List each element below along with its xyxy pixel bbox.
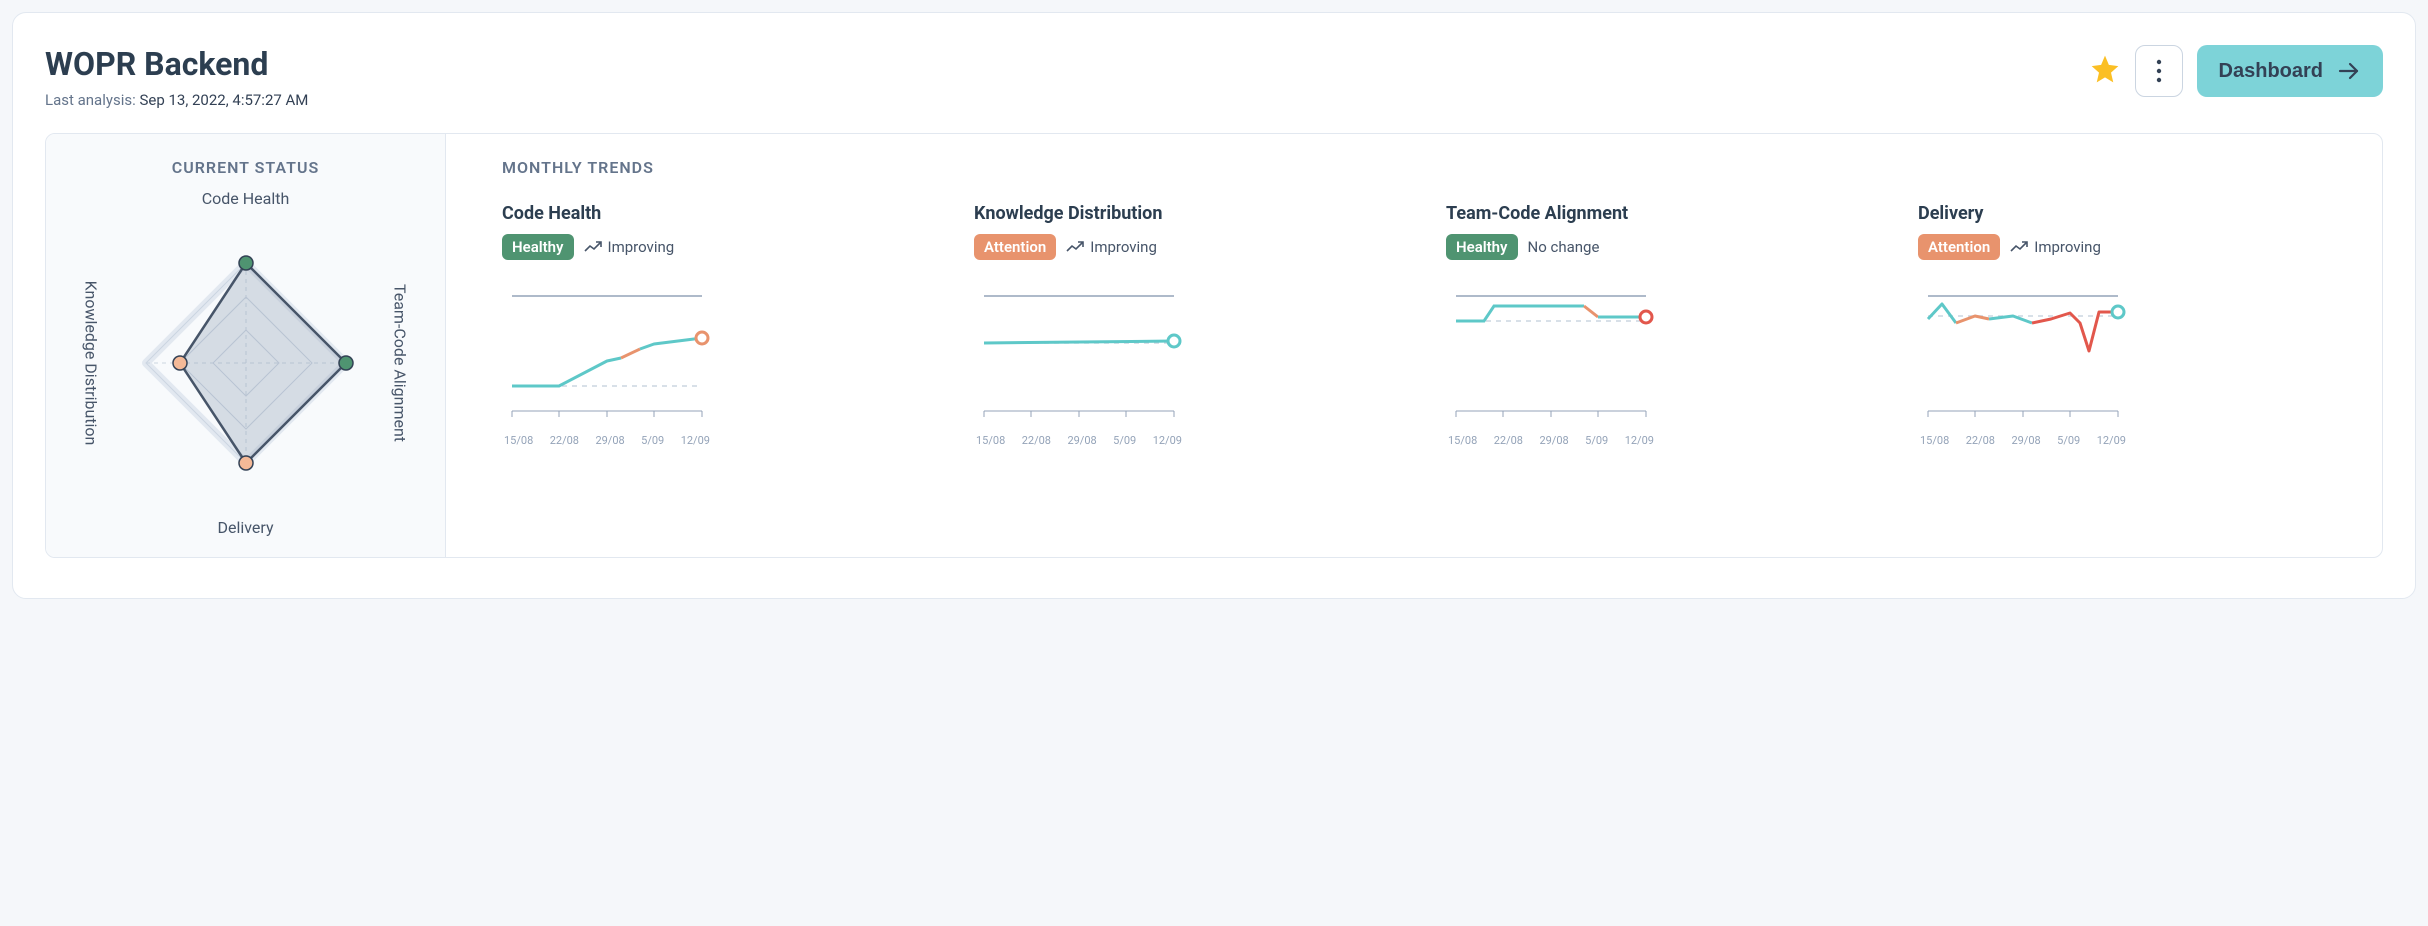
trend-text: Improving bbox=[608, 238, 675, 256]
trend-up-icon bbox=[1066, 241, 1084, 253]
trend-indicator: No change bbox=[1528, 238, 1600, 256]
radar-svg bbox=[131, 248, 361, 478]
tick: 29/08 bbox=[1539, 434, 1568, 447]
x-ticks: 15/08 22/08 29/08 5/09 12/09 bbox=[974, 434, 1184, 447]
panels: CURRENT STATUS Code Health Team-Code Ali… bbox=[45, 133, 2383, 558]
star-icon[interactable] bbox=[2089, 53, 2121, 89]
sparkline: 15/08 22/08 29/08 5/09 12/09 bbox=[502, 286, 712, 447]
trend-indicator: Improving bbox=[2010, 238, 2101, 256]
monthly-trends-heading: MONTHLY TRENDS bbox=[502, 158, 2350, 177]
current-status-panel: CURRENT STATUS Code Health Team-Code Ali… bbox=[46, 134, 446, 557]
tick: 29/08 bbox=[2011, 434, 2040, 447]
trend-up-icon bbox=[2010, 241, 2028, 253]
trend-text: No change bbox=[1528, 238, 1600, 256]
trend-team-code-alignment: Team-Code Alignment Healthy No change bbox=[1446, 203, 1878, 447]
trend-title: Delivery bbox=[1918, 203, 2350, 224]
tick: 5/09 bbox=[1113, 434, 1136, 447]
x-ticks: 15/08 22/08 29/08 5/09 12/09 bbox=[502, 434, 712, 447]
sparkline: 15/08 22/08 29/08 5/09 12/09 bbox=[974, 286, 1184, 447]
trend-status-row: Healthy Improving bbox=[502, 234, 934, 260]
tick: 5/09 bbox=[1585, 434, 1608, 447]
sparkline: 15/08 22/08 29/08 5/09 12/09 bbox=[1918, 286, 2128, 447]
dots-vertical-icon bbox=[2156, 59, 2162, 83]
header-actions: Dashboard bbox=[2089, 45, 2383, 97]
arrow-right-icon bbox=[2337, 59, 2361, 83]
trend-status-row: Attention Improving bbox=[1918, 234, 2350, 260]
trend-status-row: Healthy No change bbox=[1446, 234, 1878, 260]
trend-text: Improving bbox=[2034, 238, 2101, 256]
x-ticks: 15/08 22/08 29/08 5/09 12/09 bbox=[1446, 434, 1656, 447]
monthly-trends-panel: MONTHLY TRENDS Code Health Healthy Impro… bbox=[446, 134, 2382, 557]
radar-axis-right: Team-Code Alignment bbox=[391, 284, 410, 442]
current-status-heading: CURRENT STATUS bbox=[172, 158, 319, 177]
project-card: WOPR Backend Last analysis: Sep 13, 2022… bbox=[12, 12, 2416, 599]
tick: 12/09 bbox=[1153, 434, 1182, 447]
trends-grid: Code Health Healthy Improving bbox=[502, 203, 2350, 447]
tick: 5/09 bbox=[641, 434, 664, 447]
tick: 22/08 bbox=[550, 434, 579, 447]
radar-chart: Code Health Team-Code Alignment Delivery… bbox=[76, 193, 416, 533]
tick: 15/08 bbox=[504, 434, 533, 447]
tick: 22/08 bbox=[1022, 434, 1051, 447]
trend-status-row: Attention Improving bbox=[974, 234, 1406, 260]
radar-axis-top: Code Health bbox=[202, 189, 290, 208]
sparkline: 15/08 22/08 29/08 5/09 12/09 bbox=[1446, 286, 1656, 447]
trend-up-icon bbox=[584, 241, 602, 253]
tick: 15/08 bbox=[1920, 434, 1949, 447]
trend-knowledge-distribution: Knowledge Distribution Attention Improvi… bbox=[974, 203, 1406, 447]
status-badge: Healthy bbox=[502, 234, 574, 260]
dashboard-button-label: Dashboard bbox=[2219, 60, 2323, 83]
tick: 12/09 bbox=[681, 434, 710, 447]
tick: 29/08 bbox=[1067, 434, 1096, 447]
tick: 15/08 bbox=[976, 434, 1005, 447]
tick: 12/09 bbox=[2097, 434, 2126, 447]
tick: 15/08 bbox=[1448, 434, 1477, 447]
trend-code-health: Code Health Healthy Improving bbox=[502, 203, 934, 447]
status-badge: Healthy bbox=[1446, 234, 1518, 260]
card-header: WOPR Backend Last analysis: Sep 13, 2022… bbox=[45, 45, 2383, 109]
last-analysis: Last analysis: Sep 13, 2022, 4:57:27 AM bbox=[45, 91, 308, 109]
dashboard-button[interactable]: Dashboard bbox=[2197, 45, 2383, 97]
radar-axis-left: Knowledge Distribution bbox=[82, 281, 101, 446]
trend-title: Team-Code Alignment bbox=[1446, 203, 1878, 224]
tick: 5/09 bbox=[2057, 434, 2080, 447]
more-menu-button[interactable] bbox=[2135, 45, 2183, 97]
last-analysis-label: Last analysis: bbox=[45, 91, 136, 109]
trend-text: Improving bbox=[1090, 238, 1157, 256]
trend-title: Code Health bbox=[502, 203, 934, 224]
tick: 12/09 bbox=[1625, 434, 1654, 447]
trend-delivery: Delivery Attention Improving bbox=[1918, 203, 2350, 447]
tick: 22/08 bbox=[1966, 434, 1995, 447]
title-block: WOPR Backend Last analysis: Sep 13, 2022… bbox=[45, 45, 308, 109]
status-badge: Attention bbox=[1918, 234, 2000, 260]
trend-title: Knowledge Distribution bbox=[974, 203, 1406, 224]
project-title: WOPR Backend bbox=[45, 45, 308, 83]
last-analysis-date: Sep 13, 2022, 4:57:27 AM bbox=[139, 91, 308, 109]
trend-indicator: Improving bbox=[584, 238, 675, 256]
tick: 29/08 bbox=[595, 434, 624, 447]
trend-indicator: Improving bbox=[1066, 238, 1157, 256]
status-badge: Attention bbox=[974, 234, 1056, 260]
tick: 22/08 bbox=[1494, 434, 1523, 447]
x-ticks: 15/08 22/08 29/08 5/09 12/09 bbox=[1918, 434, 2128, 447]
radar-axis-bottom: Delivery bbox=[217, 518, 273, 537]
